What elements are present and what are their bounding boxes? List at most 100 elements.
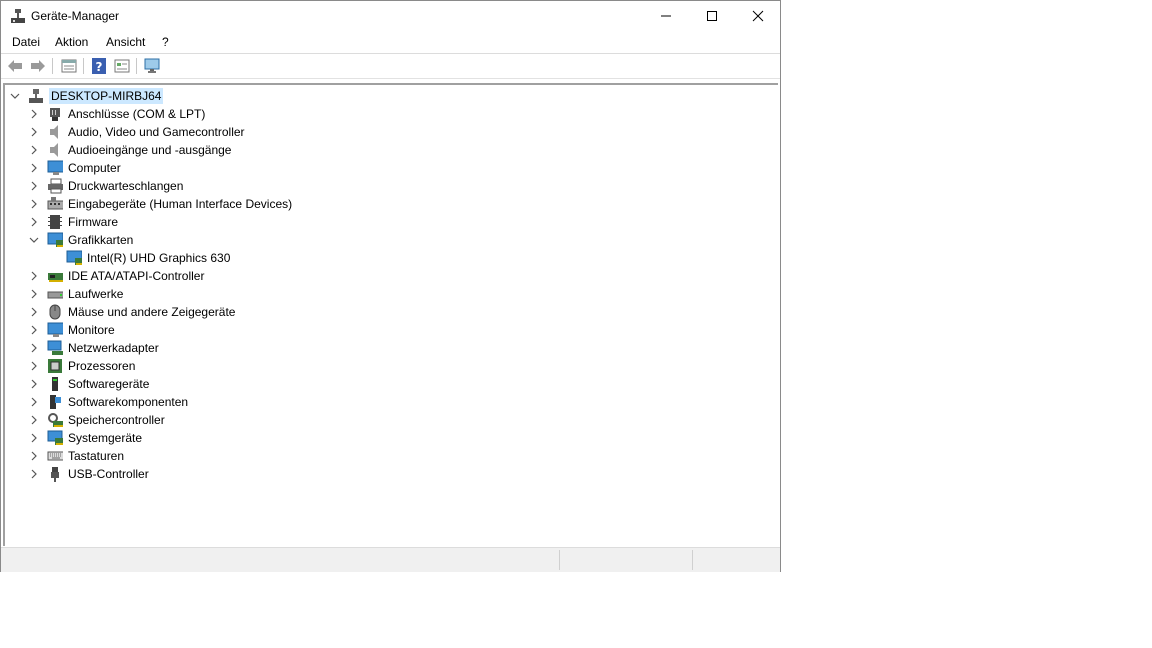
tree-category[interactable]: Softwarekomponenten: [29, 393, 188, 411]
storage-controller-icon: [47, 412, 63, 428]
tree-device[interactable]: Intel(R) UHD Graphics 630: [48, 249, 230, 267]
help-icon[interactable]: ?: [90, 57, 108, 75]
chip-icon: [47, 214, 63, 230]
display-adapter-icon: [66, 250, 82, 266]
chevron-right-icon[interactable]: [29, 285, 39, 303]
chevron-down-icon[interactable]: [29, 231, 39, 249]
software-device-icon: [47, 376, 63, 392]
tree-item-label: Speichercontroller: [68, 413, 165, 427]
tree-item-label: Softwaregeräte: [68, 377, 150, 391]
speaker-icon: [47, 142, 63, 158]
tree-category[interactable]: Softwaregeräte: [29, 375, 149, 393]
chevron-right-icon[interactable]: [29, 357, 39, 375]
menu-aktion[interactable]: Aktion: [55, 35, 88, 49]
window-title: Geräte-Manager: [31, 9, 120, 23]
tree-item-label: Druckwarteschlangen: [68, 179, 184, 193]
usb-icon: [47, 466, 63, 482]
chevron-right-icon[interactable]: [29, 465, 39, 483]
tree-item-label: Audio, Video und Gamecontroller: [68, 125, 245, 139]
chevron-right-icon[interactable]: [29, 177, 39, 195]
tree-item-label: IDE ATA/ATAPI-Controller: [68, 269, 205, 283]
tree-category[interactable]: IDE ATA/ATAPI-Controller: [29, 267, 204, 285]
tree-item-label: Netzwerkadapter: [68, 341, 159, 355]
tree-item-label: DESKTOP-MIRBJ64: [49, 88, 164, 104]
tree-category[interactable]: Laufwerke: [29, 285, 123, 303]
tree-item-label: Audioeingänge und -ausgänge: [68, 143, 232, 157]
system-device-icon: [47, 430, 63, 446]
tree-item-label: Grafikkarten: [68, 233, 134, 247]
tree-item-label: Prozessoren: [68, 359, 136, 373]
chevron-right-icon[interactable]: [29, 411, 39, 429]
hid-icon: [47, 196, 63, 212]
drive-icon: [47, 286, 63, 302]
tree-category[interactable]: Audio, Video und Gamecontroller: [29, 123, 245, 141]
chevron-right-icon[interactable]: [29, 375, 39, 393]
maximize-button[interactable]: [689, 1, 735, 31]
port-icon: [47, 106, 63, 122]
computer-root-icon: [28, 88, 44, 104]
tree-category[interactable]: Audioeingänge und -ausgänge: [29, 141, 231, 159]
chevron-right-icon[interactable]: [29, 123, 39, 141]
menu-datei[interactable]: Datei: [12, 35, 40, 49]
tree-item-label: Softwarekomponenten: [68, 395, 189, 409]
tree-category[interactable]: Grafikkarten: [29, 231, 133, 249]
chevron-right-icon[interactable]: [29, 429, 39, 447]
device-manager-window: Geräte-Manager Datei Aktion Ansicht ? ?: [0, 0, 781, 572]
menu-help[interactable]: ?: [162, 35, 169, 49]
chevron-right-icon[interactable]: [29, 141, 39, 159]
view-icon[interactable]: [113, 57, 131, 75]
display-adapter-icon: [47, 232, 63, 248]
menu-ansicht[interactable]: Ansicht: [106, 35, 145, 49]
tree-item-label: Firmware: [68, 215, 118, 229]
tree-item-label: Anschlüsse (COM & LPT): [68, 107, 206, 121]
chevron-right-icon[interactable]: [29, 321, 39, 339]
properties-view-icon[interactable]: [60, 57, 78, 75]
chevron-down-icon[interactable]: [10, 87, 20, 105]
monitor-scan-icon[interactable]: [144, 57, 162, 75]
tree-category[interactable]: Systemgeräte: [29, 429, 142, 447]
tree-category[interactable]: Netzwerkadapter: [29, 339, 159, 357]
tree-item-label: Intel(R) UHD Graphics 630: [87, 251, 231, 265]
tree-item-label: Systemgeräte: [68, 431, 143, 445]
svg-text:?: ?: [96, 60, 103, 74]
tree-category[interactable]: Eingabegeräte (Human Interface Devices): [29, 195, 292, 213]
device-tree[interactable]: DESKTOP-MIRBJ64 Anschlüsse (COM & LPT) Aud…: [3, 83, 778, 546]
tree-category[interactable]: Prozessoren: [29, 357, 135, 375]
tree-item-label: Mäuse und andere Zeigegeräte: [68, 305, 236, 319]
tree-item-label: Computer: [68, 161, 121, 175]
tree-item-label: Eingabegeräte (Human Interface Devices): [68, 197, 293, 211]
chevron-right-icon[interactable]: [29, 195, 39, 213]
chevron-right-icon[interactable]: [29, 447, 39, 465]
minimize-button[interactable]: [643, 1, 689, 31]
chevron-right-icon[interactable]: [29, 159, 39, 177]
tree-item-label: Laufwerke: [68, 287, 124, 301]
processor-icon: [47, 358, 63, 374]
tree-category[interactable]: Monitore: [29, 321, 115, 339]
tree-category[interactable]: Druckwarteschlangen: [29, 177, 183, 195]
tree-item-label: Tastaturen: [68, 449, 125, 463]
back-icon[interactable]: [6, 57, 24, 75]
tree-category[interactable]: Mäuse und andere Zeigegeräte: [29, 303, 235, 321]
title-bar[interactable]: Geräte-Manager: [1, 1, 780, 31]
chevron-right-icon[interactable]: [29, 303, 39, 321]
keyboard-icon: [47, 448, 63, 464]
chevron-right-icon[interactable]: [29, 105, 39, 123]
close-button[interactable]: [735, 1, 781, 31]
tree-category[interactable]: Speichercontroller: [29, 411, 165, 429]
tree-item-label: USB-Controller: [68, 467, 149, 481]
chevron-right-icon[interactable]: [29, 267, 39, 285]
forward-icon[interactable]: [29, 57, 47, 75]
monitor-icon: [47, 322, 63, 338]
tree-category[interactable]: Tastaturen: [29, 447, 124, 465]
tree-category[interactable]: Computer: [29, 159, 121, 177]
tree-category[interactable]: Firmware: [29, 213, 118, 231]
tree-category[interactable]: Anschlüsse (COM & LPT): [29, 105, 205, 123]
speaker-icon: [47, 124, 63, 140]
tree-root-computer[interactable]: DESKTOP-MIRBJ64: [10, 87, 164, 105]
network-icon: [47, 340, 63, 356]
chevron-right-icon[interactable]: [29, 339, 39, 357]
chevron-right-icon[interactable]: [29, 393, 39, 411]
tree-category[interactable]: USB-Controller: [29, 465, 149, 483]
chevron-right-icon[interactable]: [29, 213, 39, 231]
